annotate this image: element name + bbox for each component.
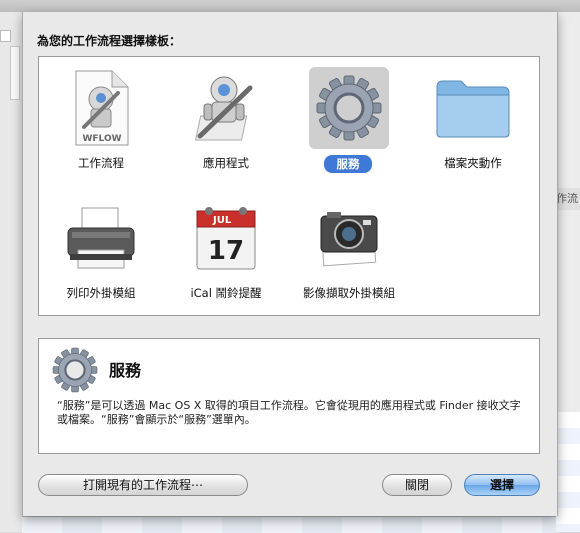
template-image-capture-plugin[interactable]: 影像擷取外掛模組 — [289, 197, 409, 307]
svg-text:WFLOW: WFLOW — [82, 134, 121, 144]
template-label: 影像擷取外掛模組 — [303, 286, 395, 300]
choose-button[interactable]: 選擇 — [464, 474, 540, 496]
background-control — [0, 30, 11, 42]
gear-icon — [309, 67, 389, 149]
background-window-right-pane — [556, 12, 580, 532]
template-application[interactable]: 應用程式 — [166, 67, 286, 177]
description-text: “服務”是可以透過 Mac OS X 取得的項目工作流程。它會從現用的應用程式或… — [57, 399, 521, 426]
template-label: iCal 鬧鈴提醒 — [190, 286, 262, 300]
background-window-label: 作流 — [556, 188, 580, 210]
printer-icon — [61, 197, 141, 279]
template-ical-alarm[interactable]: JUL 17 iCal 鬧鈴提醒 — [166, 197, 286, 307]
template-grid: WFLOW 工作流程 應用程式 服務 檔案夾動作 列印外掛模組 JUL 17 i… — [38, 56, 540, 316]
svg-text:JUL: JUL — [212, 215, 232, 226]
background-window-titlebar — [0, 0, 580, 12]
template-service[interactable]: 服務 — [289, 67, 409, 177]
template-label: 檔案夾動作 — [444, 156, 502, 170]
close-button[interactable]: 關閉 — [382, 474, 452, 496]
camera-icon — [309, 197, 389, 279]
template-workflow[interactable]: WFLOW 工作流程 — [41, 67, 161, 177]
svg-text:17: 17 — [208, 236, 244, 266]
template-chooser-sheet: 為您的工作流程選擇樣板： WFLOW 工作流程 應用程式 服務 檔案夾動作 列印… — [22, 12, 558, 516]
template-label: 工作流程 — [78, 156, 124, 170]
background-window-left-pane — [0, 12, 23, 532]
background-scroll-strip — [10, 46, 20, 100]
template-label: 應用程式 — [203, 156, 249, 170]
template-folder-action[interactable]: 檔案夾動作 — [413, 67, 533, 177]
template-description-panel: 服務 “服務”是可以透過 Mac OS X 取得的項目工作流程。它會從現用的應用… — [38, 338, 540, 454]
workflow-document-icon: WFLOW — [61, 67, 141, 149]
background-list-rows — [556, 412, 580, 532]
open-existing-workflow-button[interactable]: 打開現有的工作流程⋯ — [38, 474, 248, 496]
folder-icon — [433, 67, 513, 149]
gear-icon — [51, 346, 99, 394]
background-window-bottom — [22, 516, 556, 533]
automator-robot-icon — [186, 67, 266, 149]
template-label: 服務 — [324, 155, 372, 173]
description-title: 服務 — [109, 361, 142, 380]
template-print-plugin[interactable]: 列印外掛模組 — [41, 197, 161, 307]
template-label: 列印外掛模組 — [66, 286, 136, 300]
template-prompt: 為您的工作流程選擇樣板： — [37, 34, 182, 48]
calendar-icon: JUL 17 — [186, 197, 266, 279]
